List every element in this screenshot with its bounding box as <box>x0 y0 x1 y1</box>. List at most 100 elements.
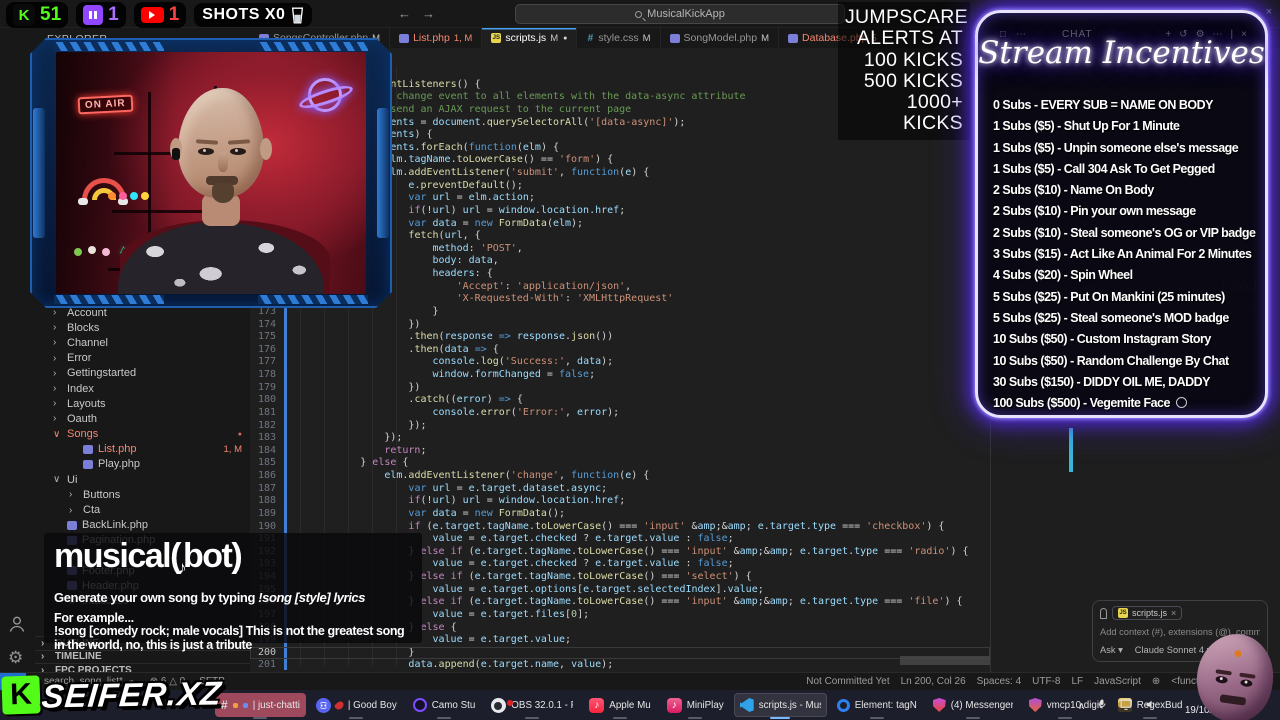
attach-icon[interactable] <box>1100 607 1107 619</box>
tab-SongModel.php[interactable]: SongModel.php M <box>660 28 780 48</box>
frame-decoration <box>54 42 164 51</box>
explorer-item-Index[interactable]: › Index <box>35 381 250 396</box>
explorer-item-Blocks[interactable]: › Blocks <box>35 320 250 335</box>
code-line-188[interactable]: 188 if(!url) url = window.location.href; <box>250 495 990 508</box>
code-line-176[interactable]: 176 .then(data => { <box>250 344 990 357</box>
code-line-185[interactable]: 185 } else { <box>250 457 990 470</box>
incentive-item: 30 Subs ($150) - DIDDY OIL ME, DADDY <box>993 374 1211 389</box>
explorer-item-Buttons[interactable]: › Buttons <box>35 487 250 502</box>
explorer-item-Cta[interactable]: › Cta <box>35 502 250 517</box>
nav-back-icon[interactable]: ← <box>398 6 411 21</box>
explorer-item-BackLink.php[interactable]: BackLink.php <box>35 518 250 533</box>
status-item[interactable]: UTF-8 <box>1032 676 1060 687</box>
explorer-item-Channel[interactable]: › Channel <box>35 335 250 350</box>
explorer-item-Play.php[interactable]: Play.php <box>35 457 250 472</box>
incentive-item: 10 Subs ($50) - Random Challenge By Chat <box>993 353 1229 368</box>
explorer-item-Layouts[interactable]: › Layouts <box>35 396 250 411</box>
frame-decoration <box>377 108 389 238</box>
explorer-item-Gettingstarted[interactable]: › Gettingstarted <box>35 366 250 381</box>
explorer-item-Ui[interactable]: ∨ Ui <box>35 472 250 487</box>
chat-mode-dropdown[interactable]: Ask ▾ <box>1100 645 1123 656</box>
close-button[interactable]: × <box>1266 6 1272 18</box>
code-line-179[interactable]: 179 }) <box>250 382 990 395</box>
display-icon[interactable] <box>1119 698 1133 716</box>
tab-style.css[interactable]: # style.css M <box>577 28 661 48</box>
taskbar-item-obs-32-0-1-port[interactable]: OBS 32.0.1 - Port <box>485 693 579 717</box>
taskbar-item--good-boy[interactable]: | Good Boy <box>310 693 403 717</box>
code-line-174[interactable]: 174 }) <box>250 319 990 332</box>
explorer-item-Oauth[interactable]: › Oauth <box>35 411 250 426</box>
taskbar-item--just-chatti[interactable]: # | just-chatti <box>215 693 306 717</box>
status-item[interactable]: Not Committed Yet <box>806 676 889 687</box>
accounts-icon[interactable] <box>7 614 27 639</box>
jumpscare-line: JUMPSCARE <box>845 6 968 28</box>
code-line-178[interactable]: 178 window.formChanged = false; <box>250 369 990 382</box>
code-line-180[interactable]: 180 .catch((error) => { <box>250 394 990 407</box>
panel-scrollbar[interactable] <box>1069 428 1073 472</box>
status-item[interactable]: ⊕ <box>1152 676 1160 687</box>
taskbar-item-element-tagnam[interactable]: Element: tagNam <box>831 693 923 717</box>
code-line-190[interactable]: 190 if (e.target.tagName.toLowerCase() =… <box>250 521 990 534</box>
code-line-175[interactable]: 175 .then(response => response.json()) <box>250 331 990 344</box>
incentive-item: 4 Subs ($20) - Spin Wheel <box>993 268 1133 283</box>
speaker-icon[interactable] <box>1144 698 1158 716</box>
code-line-187[interactable]: 187 var url = e.target.dataset.async; <box>250 483 990 496</box>
musicalbot-logo: musical(♪bot) <box>54 537 243 577</box>
incentive-item: 10 Subs ($50) - Custom Instagram Story <box>993 332 1211 347</box>
taskbar-item-miniplay[interactable]: ♪ MiniPlay <box>661 693 730 717</box>
code-line-183[interactable]: 183 }); <box>250 432 990 445</box>
status-item[interactable]: JavaScript <box>1094 676 1141 687</box>
shield-icon <box>1028 698 1042 712</box>
code-line-201[interactable]: 201 data.append(e.target.name, value); <box>250 659 990 672</box>
apple-music-icon: ♪ <box>589 697 605 713</box>
webcam-overlay: ON AIR △○✕□ <box>30 38 392 308</box>
tab-scripts.js[interactable]: JS scripts.js M ● <box>482 28 578 48</box>
unsaved-dot-icon: ● <box>563 34 568 42</box>
activity-bar: ⚙ <box>0 28 35 672</box>
status-item[interactable]: LF <box>1072 676 1084 687</box>
nav-forward-icon[interactable]: → <box>422 6 435 21</box>
blood-drop-icon <box>333 699 346 711</box>
stream-stats-bar: K 51 1 1 SHOTS X0 <box>6 2 313 28</box>
explorer-item-Songs[interactable]: ∨ Songs ● <box>35 427 250 442</box>
status-item[interactable]: Ln 200, Col 26 <box>901 676 966 687</box>
remove-chip-icon[interactable]: × <box>1171 608 1176 618</box>
shield-icon <box>932 698 946 712</box>
incentive-item: 1 Subs ($5) - Call 304 Ask To Get Pegged <box>993 161 1215 176</box>
horizontal-scrollbar[interactable] <box>900 656 990 665</box>
settings-gear-icon[interactable]: ⚙ <box>8 648 23 668</box>
incentive-item: 2 Subs ($10) - Pin your own message <box>993 204 1196 219</box>
incentive-item: 3 Subs ($15) - Act Like An Animal For 2 … <box>993 247 1252 262</box>
code-line-182[interactable]: 182 }); <box>250 420 990 433</box>
code-line-184[interactable]: 184 return; <box>250 445 990 458</box>
code-line-189[interactable]: 189 var data = new FormData(); <box>250 508 990 521</box>
frame-decoration <box>33 108 45 238</box>
incentive-item: 2 Subs ($10) - Name On Body <box>993 183 1154 198</box>
code-line-181[interactable]: 181 console.error('Error:', error); <box>250 407 990 420</box>
taskbar-item-scripts-js-mus[interactable]: scripts.js - Mus <box>733 693 827 717</box>
jumpscare-line: 500 KICKS <box>863 69 963 92</box>
taskbar-item-camo-stu[interactable]: Camo Stu <box>407 693 482 717</box>
discord-icon <box>315 697 331 713</box>
command-center-search[interactable]: MusicalKickApp <box>515 4 845 24</box>
code-line-177[interactable]: 177 console.log('Success:', data); <box>250 356 990 369</box>
status-item[interactable]: Spaces: 4 <box>977 676 1021 687</box>
musicalbot-example-label: For example... <box>54 611 134 625</box>
system-tray: ∧ <box>1078 697 1158 716</box>
code-line-186[interactable]: 186 elm.addEventListener('change', funct… <box>250 470 990 483</box>
jumpscare-line: 100 KICKS <box>863 48 963 71</box>
explorer-item-Error[interactable]: › Error <box>35 351 250 366</box>
tray-expand-icon[interactable]: ∧ <box>1078 701 1085 712</box>
musicalbot-example: !song [comedy rock; male vocals] This is… <box>54 624 405 652</box>
taskbar-item--4-messenger-f[interactable]: (4) Messenger | F <box>927 693 1019 717</box>
microphone-icon[interactable] <box>1096 697 1108 716</box>
js-file-icon: JS <box>491 33 502 43</box>
explorer-item-List.php[interactable]: List.php 1, M <box>35 442 250 457</box>
php-file-icon <box>399 33 410 43</box>
context-chip[interactable]: JS scripts.js × <box>1112 606 1183 620</box>
tab-List.php[interactable]: List.php 1, M <box>390 28 483 48</box>
incentive-item: 5 Subs ($25) - Put On Mankini (25 minute… <box>993 289 1225 304</box>
taskbar-item-apple-mu[interactable]: ♪ Apple Mu <box>583 693 656 717</box>
shot-glass-icon <box>292 7 304 23</box>
youtube-icon <box>140 7 164 23</box>
